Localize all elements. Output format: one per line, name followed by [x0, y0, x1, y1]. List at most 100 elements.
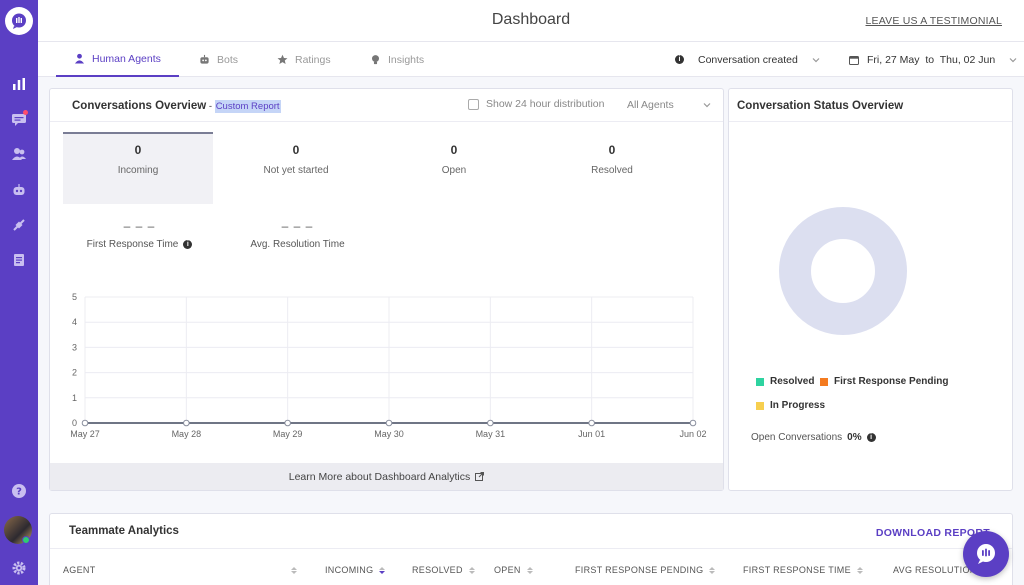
tab-label: Human Agents [92, 52, 161, 65]
app-logo[interactable] [5, 7, 33, 35]
tab-bots[interactable]: Bots [181, 42, 256, 77]
sort-icon [291, 566, 297, 574]
table-header-row: AGENT INCOMING RESOLVED OPEN FIRST RESPO… [50, 548, 1012, 585]
x-tick-label: May 28 [172, 429, 202, 439]
sort-icon [468, 566, 475, 574]
teammate-analytics-card: Teammate Analytics DOWNLOAD REPORT AGENT… [49, 513, 1013, 585]
y-tick-label: 5 [72, 292, 77, 302]
open-conversations-value: 0% [847, 432, 862, 443]
column-header-resolved[interactable]: RESOLVED [412, 565, 475, 575]
external-link-icon [475, 472, 485, 481]
y-tick-label: 3 [72, 342, 77, 352]
tabs-bar: Human Agents Bots Ratings Insights i Con… [38, 42, 1024, 77]
legend-swatch [820, 377, 828, 386]
info-icon[interactable]: i [866, 433, 876, 442]
data-point [81, 419, 89, 427]
team-nav-icon[interactable] [9, 144, 29, 164]
y-tick-label: 1 [72, 393, 77, 403]
column-label: INCOMING [325, 565, 374, 575]
person-icon [74, 53, 85, 64]
column-header-agent[interactable]: AGENT [63, 565, 297, 575]
help-icon[interactable]: ? [9, 481, 29, 501]
date-range-select[interactable]: Fri, 27 May to Thu, 02 Jun [849, 42, 1024, 77]
legend-label: First Response Pending [834, 376, 949, 387]
calendar-icon [849, 55, 859, 65]
conversations-overview-card: Conversations Overview - Custom Report S… [49, 88, 724, 491]
tab-human-agents[interactable]: Human Agents [56, 42, 179, 77]
chevron-down-icon [1009, 57, 1017, 62]
lightbulb-icon [372, 55, 379, 65]
card-title: Conversation Status Overview [737, 100, 904, 112]
conversations-nav-icon[interactable] [9, 109, 29, 129]
column-label: FIRST RESPONSE TIME [743, 565, 851, 575]
integrations-nav-icon[interactable] [9, 215, 29, 235]
data-point [588, 419, 595, 427]
x-tick-label: May 29 [273, 429, 303, 439]
tab-label: Ratings [295, 53, 331, 66]
sort-icon [856, 566, 863, 574]
x-tick-label: May 31 [476, 429, 506, 439]
open-conversations-label: Open Conversations [751, 432, 843, 443]
sidebar: ? [0, 0, 38, 585]
sort-icon [526, 566, 533, 574]
analytics-nav-icon[interactable] [9, 74, 29, 94]
data-point [487, 419, 494, 427]
conversations-line-chart: 0 1 2 3 4 5 May 27 May 28 May 29 May 30 May 31 Jun … [70, 292, 706, 439]
column-header-incoming[interactable]: INCOMING [325, 565, 386, 575]
sort-descending-icon [379, 566, 386, 574]
legend-first-response-pending: First Response Pending [820, 376, 948, 387]
event-filter-select[interactable]: i Conversation created [675, 42, 820, 77]
conversation-status-card: Conversation Status Overview Resolved Fi… [728, 88, 1013, 491]
legend-in-progress: In Progress [756, 400, 825, 411]
data-point [183, 419, 190, 427]
x-tick-label: Jun 02 [679, 429, 706, 439]
tab-ratings[interactable]: Ratings [259, 42, 349, 77]
donut-ring [779, 207, 907, 335]
teammate-analytics-title: Teammate Analytics [69, 525, 179, 537]
legend-swatch [756, 377, 764, 386]
legend-label: Resolved [770, 376, 815, 387]
column-header-first-response-pending[interactable]: FIRST RESPONSE PENDING [575, 565, 716, 575]
y-tick-label: 0 [72, 418, 77, 428]
info-icon: i [675, 55, 684, 64]
column-header-open[interactable]: OPEN [494, 565, 533, 575]
column-header-first-response-time[interactable]: FIRST RESPONSE TIME [743, 565, 863, 575]
x-tick-label: May 27 [70, 429, 100, 439]
open-conversations-stat: Open Conversations 0% i [751, 432, 876, 443]
legend-resolved: Resolved [756, 376, 814, 387]
event-filter-value: Conversation created [698, 53, 798, 66]
data-point [385, 419, 393, 427]
learn-more-label: Learn More about Dashboard Analytics [288, 470, 471, 483]
sort-icon [709, 566, 716, 574]
date-range-value: Fri, 27 May to Thu, 02 Jun [867, 53, 996, 66]
tab-label: Bots [217, 53, 239, 66]
x-tick-label: Jun 01 [578, 429, 605, 439]
settings-gear-icon[interactable] [9, 558, 29, 578]
tab-insights[interactable]: Insights [352, 42, 442, 77]
bot-icon [200, 54, 209, 64]
column-header-avg-resolution[interactable]: AVG RESOLUTION [893, 565, 977, 575]
legend-label: In Progress [770, 400, 826, 411]
y-tick-label: 4 [72, 317, 77, 327]
data-point [689, 419, 697, 427]
chat-launcher-button[interactable] [963, 531, 1009, 577]
chat-logo-icon [12, 13, 26, 29]
knowledge-base-nav-icon[interactable] [9, 250, 29, 270]
column-label: AGENT [63, 565, 96, 575]
bot-nav-icon[interactable] [9, 180, 29, 200]
notification-dot [23, 110, 28, 115]
card-header: Conversation Status Overview [729, 89, 1012, 122]
chat-bubble-icon [977, 544, 995, 564]
tab-label: Insights [388, 53, 425, 66]
status-donut-chart [779, 207, 907, 335]
data-point [284, 419, 291, 427]
column-label: FIRST RESPONSE PENDING [575, 565, 704, 575]
testimonial-link[interactable]: LEAVE US A TESTIMONIAL [866, 15, 1002, 27]
star-icon [277, 54, 288, 64]
x-tick-label: May 30 [374, 429, 404, 439]
column-label: RESOLVED [412, 565, 463, 575]
chevron-down-icon [812, 57, 820, 62]
column-label: AVG RESOLUTION [893, 565, 977, 575]
learn-more-link[interactable]: Learn More about Dashboard Analytics [50, 463, 723, 490]
online-status-dot [22, 536, 30, 544]
